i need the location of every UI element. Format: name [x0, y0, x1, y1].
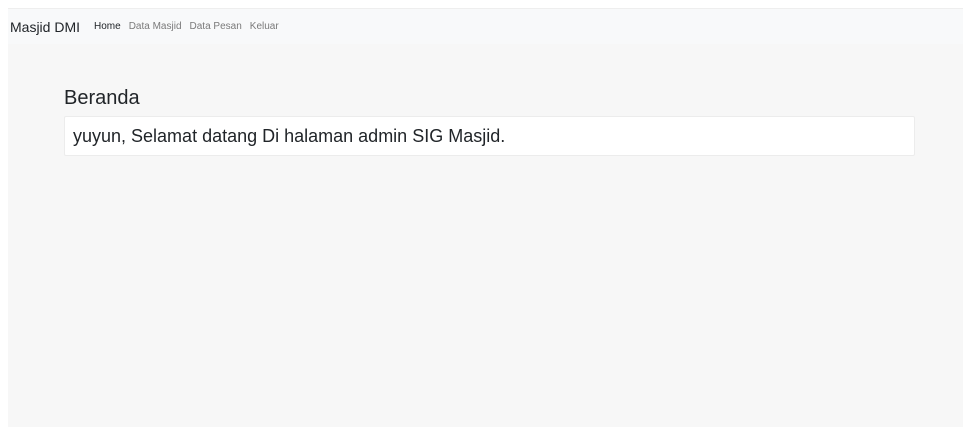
top-navbar: Masjid DMI Home Data Masjid Data Pesan K… [8, 8, 963, 44]
welcome-card: yuyun, Selamat datang Di halaman admin S… [64, 116, 915, 156]
nav-links: Home Data Masjid Data Pesan Keluar [94, 21, 287, 32]
page-container: Masjid DMI Home Data Masjid Data Pesan K… [8, 8, 963, 427]
nav-link-data-pesan[interactable]: Data Pesan [190, 21, 242, 32]
nav-link-keluar[interactable]: Keluar [250, 21, 279, 32]
welcome-message: yuyun, Selamat datang Di halaman admin S… [73, 125, 506, 146]
page-title: Beranda [64, 87, 140, 109]
nav-link-data-masjid[interactable]: Data Masjid [129, 21, 182, 32]
navbar-brand[interactable]: Masjid DMI [10, 19, 80, 35]
nav-link-home[interactable]: Home [94, 21, 121, 32]
